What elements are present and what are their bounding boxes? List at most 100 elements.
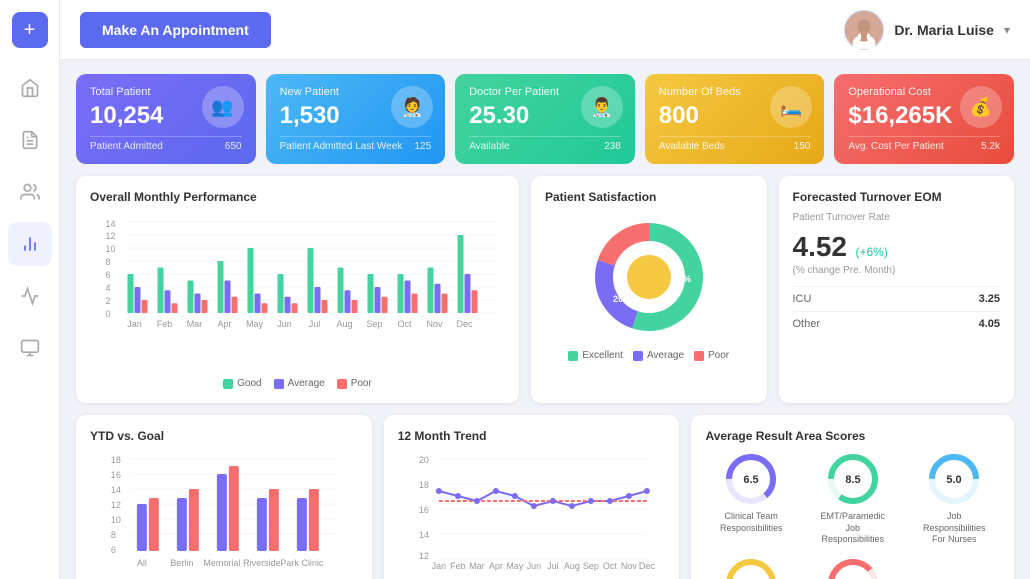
content-area: 👥 Total Patient 10,254 Patient Admitted … (60, 60, 1030, 579)
doctor-per-patient-footer-label: Available (469, 141, 509, 152)
stat-card-doctor-per-patient: 👨‍⚕️ Doctor Per Patient 25.30 Available … (455, 74, 635, 164)
svg-text:4: 4 (106, 283, 111, 293)
score-patient-privacy: 3.9 PatientPrivacy (807, 556, 899, 579)
new-patient-footer: Patient Admitted Last Week 125 (280, 136, 432, 152)
svg-text:5.0: 5.0 (947, 474, 962, 486)
sidebar: + (0, 0, 60, 579)
number-of-beds-footer-label: Available Beds (659, 141, 725, 152)
stat-card-new-patient: 🧑‍⚕️ New Patient 1,530 Patient Admitted … (266, 74, 446, 164)
turnover-row-icu: ICU 3.25 (793, 286, 1001, 311)
sidebar-item-analytics[interactable] (8, 274, 52, 318)
legend-avg-label: Average (647, 350, 684, 361)
score-medical-office: 5.9 Medical Office ReceptionistJob Respo… (705, 556, 797, 579)
svg-text:10: 10 (111, 515, 121, 525)
svg-text:May: May (246, 319, 264, 329)
legend-poor: Poor (337, 378, 372, 389)
ytd-title: YTD vs. Goal (90, 429, 358, 443)
total-patient-footer: Patient Admitted 650 (90, 136, 242, 152)
svg-text:14: 14 (419, 530, 429, 540)
svg-text:Mar: Mar (469, 561, 485, 571)
svg-text:25%: 25% (640, 242, 658, 252)
legend-excellent: Excellent (568, 350, 623, 361)
legend-poor-dot (337, 379, 347, 389)
sidebar-item-users[interactable] (8, 170, 52, 214)
new-patient-footer-value: 125 (415, 141, 432, 152)
turnover-change: (+6%) (855, 245, 887, 259)
svg-text:All: All (137, 558, 147, 568)
trend-card: 12 Month Trend 20 18 16 14 12 (384, 415, 680, 579)
legend-average: Average (274, 378, 325, 389)
turnover-icu-label: ICU (793, 293, 812, 305)
monthly-performance-legend: Good Average Poor (90, 378, 505, 389)
stat-card-number-of-beds: 🛏️ Number Of Beds 800 Available Beds 150 (645, 74, 825, 164)
svg-text:Oct: Oct (603, 561, 618, 571)
score-nurses-chart: 5.0 (926, 451, 982, 507)
sidebar-item-home[interactable] (8, 66, 52, 110)
monthly-performance-chart: 14 12 10 8 6 4 2 0 JanF (90, 212, 505, 367)
main-content: Make An Appointment Dr. Maria Luise ▾ 👥 (60, 0, 1030, 579)
legend-poor2: Poor (694, 350, 729, 361)
sidebar-logo[interactable]: + (12, 12, 48, 48)
svg-text:Apr: Apr (217, 319, 231, 329)
svg-text:Jul: Jul (547, 561, 559, 571)
doctor-per-patient-footer-value: 238 (604, 141, 621, 152)
total-patient-footer-value: 650 (225, 141, 242, 152)
turnover-row-other: Other 4.05 (793, 311, 1001, 336)
svg-text:16: 16 (111, 470, 121, 480)
scores-card: Average Result Area Scores 6.5 Clinical … (691, 415, 1014, 579)
score-patient-privacy-chart: 3.9 (825, 556, 881, 579)
svg-text:18: 18 (111, 455, 121, 465)
number-of-beds-footer: Available Beds 150 (659, 136, 811, 152)
monthly-performance-card: Overall Monthly Performance 14 12 10 8 6… (76, 176, 519, 403)
operational-cost-footer: Avg. Cost Per Patient 5.2k (848, 136, 1000, 152)
svg-text:8: 8 (111, 530, 116, 540)
svg-text:Jul: Jul (309, 319, 321, 329)
svg-text:Memorial: Memorial (203, 558, 240, 568)
ytd-card: YTD vs. Goal 18 16 14 12 10 8 6 (76, 415, 372, 579)
turnover-change-sub: (% change Pre. Month) (793, 265, 1001, 276)
turnover-icu-value: 3.25 (979, 293, 1000, 305)
turnover-value: 4.52 (793, 231, 848, 262)
legend-avg: Average (633, 350, 684, 361)
total-patient-title: Total Patient (90, 86, 242, 98)
svg-text:Aug: Aug (564, 561, 580, 571)
svg-text:Nov: Nov (621, 561, 638, 571)
bottom-row: YTD vs. Goal 18 16 14 12 10 8 6 (76, 415, 1014, 579)
stat-card-operational-cost: 💰 Operational Cost $16,265K Avg. Cost Pe… (834, 74, 1014, 164)
svg-text:55%: 55% (673, 274, 691, 284)
monthly-performance-title: Overall Monthly Performance (90, 190, 505, 204)
svg-text:Park Clinic: Park Clinic (280, 558, 324, 568)
svg-text:Oct: Oct (397, 319, 412, 329)
trend-title: 12 Month Trend (398, 429, 666, 443)
turnover-title: Forecasted Turnover EOM (793, 190, 1001, 204)
legend-good: Good (223, 378, 261, 389)
scores-grid: 6.5 Clinical TeamResponsibilities 8.5 EM… (705, 451, 1000, 579)
score-clinical-label: Clinical TeamResponsibilities (720, 511, 783, 534)
legend-avg-dot (633, 351, 643, 361)
score-medical-office-chart: 5.9 (723, 556, 779, 579)
svg-text:Riverside: Riverside (243, 558, 281, 568)
score-clinical: 6.5 Clinical TeamResponsibilities (705, 451, 797, 546)
sidebar-item-chart[interactable] (8, 222, 52, 266)
make-appointment-button[interactable]: Make An Appointment (80, 12, 271, 48)
legend-poor-label: Poor (351, 378, 372, 389)
svg-text:Dec: Dec (456, 319, 473, 329)
score-nurses-label: Job ResponsibilitiesFor Nurses (919, 511, 989, 546)
svg-text:Jan: Jan (127, 319, 142, 329)
svg-text:12: 12 (106, 231, 116, 241)
doctor-per-patient-footer: Available 238 (469, 136, 621, 152)
stats-row: 👥 Total Patient 10,254 Patient Admitted … (76, 74, 1014, 164)
patient-satisfaction-card: Patient Satisfaction 25% (531, 176, 767, 403)
svg-text:8.5: 8.5 (845, 474, 860, 486)
doctor-info[interactable]: Dr. Maria Luise ▾ (844, 10, 1010, 50)
legend-good-label: Good (237, 378, 261, 389)
sidebar-item-monitor[interactable] (8, 326, 52, 370)
svg-text:Feb: Feb (450, 561, 466, 571)
score-emt-chart: 8.5 (825, 451, 881, 507)
operational-cost-title: Operational Cost (848, 86, 1000, 98)
svg-text:12: 12 (111, 500, 121, 510)
sidebar-item-documents[interactable] (8, 118, 52, 162)
turnover-other-value: 4.05 (979, 318, 1000, 330)
svg-text:16: 16 (419, 505, 429, 515)
avatar (844, 10, 884, 50)
